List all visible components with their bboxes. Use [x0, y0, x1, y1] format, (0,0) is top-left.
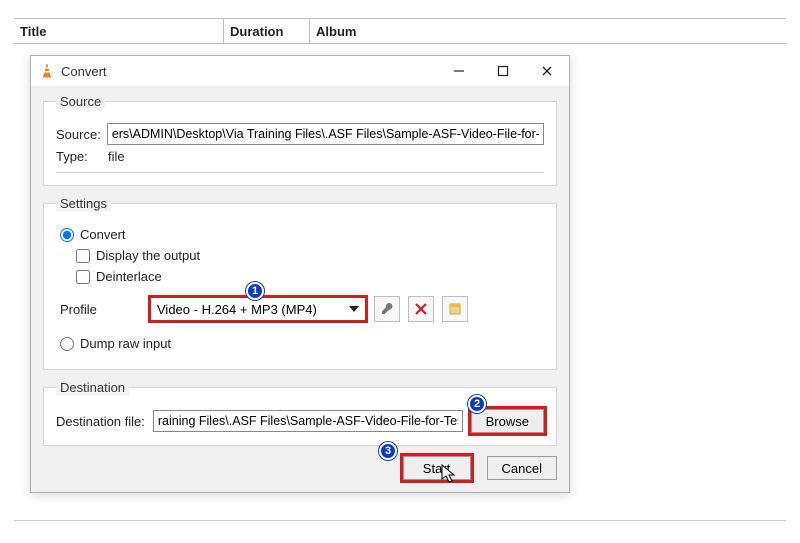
- col-title[interactable]: Title: [14, 19, 224, 43]
- dump-raw-label: Dump raw input: [80, 336, 171, 351]
- destination-label: Destination file:: [56, 414, 145, 429]
- dump-raw-radio[interactable]: [60, 337, 74, 351]
- cancel-button[interactable]: Cancel: [487, 456, 557, 480]
- dialog-actions: 3 Start Cancel: [43, 456, 557, 480]
- deinterlace-checkbox[interactable]: [76, 270, 90, 284]
- badge-3: 3: [379, 442, 397, 460]
- source-label: Source:: [56, 127, 101, 142]
- bottom-divider: [14, 520, 786, 521]
- badge-1: 1: [246, 282, 264, 300]
- badge-2: 2: [468, 395, 486, 413]
- close-button[interactable]: [525, 56, 569, 86]
- title-bar: Convert: [31, 56, 569, 86]
- profile-select[interactable]: Video - H.264 + MP3 (MP4): [150, 297, 366, 321]
- col-album[interactable]: Album: [310, 19, 786, 43]
- col-duration[interactable]: Duration: [224, 19, 310, 43]
- minimize-button[interactable]: [437, 56, 481, 86]
- settings-group: Settings Convert Display the output Dein…: [43, 196, 557, 370]
- profile-delete-button[interactable]: [408, 296, 434, 322]
- display-output-checkbox[interactable]: [76, 249, 90, 263]
- source-input[interactable]: [107, 123, 544, 145]
- source-group: Source Source: Type: file: [43, 94, 557, 186]
- cursor-icon: [441, 464, 457, 484]
- convert-dialog: Convert Source Source: Type: file: [30, 55, 570, 493]
- source-legend: Source: [56, 94, 105, 109]
- destination-group: Destination 2 Destination file: Browse: [43, 380, 557, 446]
- x-red-icon: [415, 303, 427, 315]
- new-profile-icon: [448, 302, 462, 316]
- playlist-header-row: Title Duration Album: [14, 18, 786, 44]
- profile-edit-button[interactable]: [374, 296, 400, 322]
- settings-legend: Settings: [56, 196, 111, 211]
- dump-raw-row[interactable]: Dump raw input: [60, 336, 544, 351]
- profile-select-value: Video - H.264 + MP3 (MP4): [157, 302, 317, 317]
- convert-radio[interactable]: [60, 228, 74, 242]
- destination-input[interactable]: [153, 410, 463, 432]
- convert-radio-label: Convert: [80, 227, 126, 242]
- vlc-cone-icon: [39, 63, 55, 79]
- deinterlace-row[interactable]: Deinterlace: [76, 269, 544, 284]
- maximize-button[interactable]: [481, 56, 525, 86]
- type-value: file: [108, 149, 125, 164]
- profile-new-button[interactable]: [442, 296, 468, 322]
- display-output-label: Display the output: [96, 248, 200, 263]
- destination-legend: Destination: [56, 380, 129, 395]
- dialog-title: Convert: [61, 64, 437, 79]
- browse-button[interactable]: Browse: [471, 409, 544, 433]
- wrench-icon: [380, 302, 394, 316]
- profile-label: Profile: [60, 302, 150, 317]
- type-label: Type:: [56, 149, 102, 164]
- chevron-down-icon: [347, 302, 361, 316]
- display-output-row[interactable]: Display the output: [76, 248, 544, 263]
- convert-radio-row[interactable]: Convert: [60, 227, 544, 242]
- start-button[interactable]: Start: [403, 456, 471, 480]
- deinterlace-label: Deinterlace: [96, 269, 162, 284]
- source-divider: [56, 172, 544, 173]
